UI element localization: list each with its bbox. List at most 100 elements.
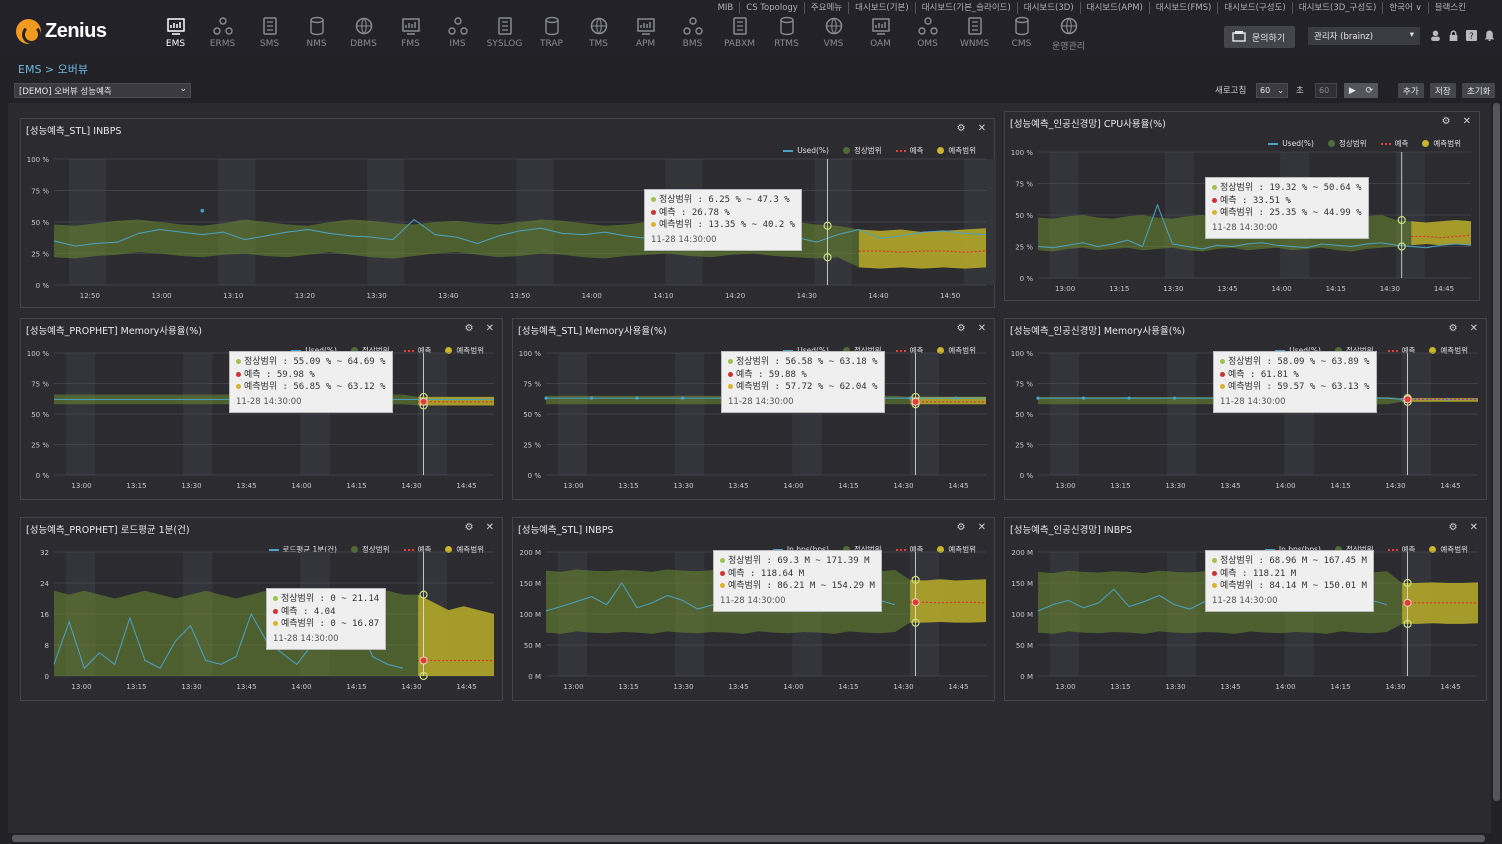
y-tick-label: 32 — [40, 549, 49, 557]
top-link[interactable]: 한국어 ∨ — [1382, 2, 1427, 14]
chart-tooltip: 정상범위 : 56.58 % ~ 63.18 % 예측 : 59.88 % 예측범위… — [721, 351, 885, 413]
chart-panel: [성능예측_인공신경망] INBPS⚙✕In bps(bps)정상범위예측예측범… — [1004, 517, 1487, 701]
top-link[interactable]: 대시보드(FMS) — [1148, 2, 1218, 14]
module-oms[interactable]: OMS — [904, 16, 951, 54]
top-link[interactable]: 대시보드(구성도) — [1217, 2, 1291, 14]
module-sms[interactable]: SMS — [246, 16, 293, 54]
module-label: VMS — [823, 39, 844, 49]
module-label: CMS — [1011, 39, 1032, 49]
module-wnms[interactable]: WNMS — [951, 16, 998, 54]
module-dbms[interactable]: DBMS — [340, 16, 387, 54]
y-tick-label: 200 M — [1011, 549, 1033, 557]
y-tick-label: 75 % — [1015, 181, 1033, 189]
chart-svg[interactable]: 100 % 75 % 50 % 25 % 0 % 12:50 13:00 13:10 13:20… — [21, 119, 996, 307]
chart-svg[interactable]: 32 24 16 8 0 13:00 13:15 13:30 13:45 14:00 14:15 14… — [21, 518, 504, 700]
module-label: TRAP — [540, 39, 563, 49]
inquiry-icon — [1232, 31, 1246, 42]
chevron-down-icon: ⌄ — [1277, 86, 1284, 95]
tooltip-dot — [1220, 359, 1225, 364]
x-tick-label: 14:15 — [1326, 285, 1346, 293]
help-icon[interactable]: ? — [1466, 30, 1477, 41]
module-oam[interactable]: OAM — [857, 16, 904, 54]
x-tick-label: 13:30 — [181, 482, 201, 490]
x-tick-label: 13:30 — [367, 292, 387, 300]
chart-tooltip: 정상범위 : 69.3 M ~ 171.39 M 예측 : 118.64 M 예측범… — [713, 550, 882, 612]
top-link[interactable]: 대시보드(기본) — [848, 2, 915, 14]
refresh-icon[interactable]: ⟳ — [1366, 86, 1374, 96]
used-point — [635, 396, 639, 400]
tooltip-value: 56.58 % ~ 63.18 % — [779, 357, 878, 367]
top-link[interactable]: 대시보드(APM) — [1079, 2, 1149, 14]
module-tms[interactable]: TMS — [575, 16, 622, 54]
module-vms[interactable]: VMS — [810, 16, 857, 54]
vertical-scrollbar[interactable] — [1493, 103, 1500, 801]
play-icon[interactable]: ▶ — [1349, 86, 1356, 96]
top-link[interactable]: 주요메뉴 — [803, 2, 848, 14]
inquiry-button[interactable]: 문의하기 — [1224, 26, 1295, 48]
y-tick-label: 75 % — [31, 188, 49, 196]
tooltip-value: 0 ~ 21.14 — [324, 594, 380, 604]
user-select[interactable]: 관리자 (brainz) ▾ — [1308, 27, 1420, 45]
refresh-interval-value: 60 — [1260, 86, 1271, 95]
module-운영관리[interactable]: 운영관리 — [1045, 16, 1092, 54]
used-point — [1081, 396, 1086, 400]
module-bms[interactable]: BMS — [669, 16, 716, 54]
y-tick-label: 0 % — [1020, 275, 1034, 283]
app-logo[interactable]: Zenius — [16, 19, 107, 44]
module-trap[interactable]: TRAP — [528, 16, 575, 54]
module-label: WNMS — [959, 39, 990, 49]
top-link[interactable]: 대시보드(3D_구성도) — [1291, 2, 1383, 14]
module-apm[interactable]: APM — [622, 16, 669, 54]
used-point — [680, 396, 685, 400]
module-cms[interactable]: CMS — [998, 16, 1045, 54]
x-tick-label: 14:30 — [797, 292, 817, 300]
tooltip-dot — [236, 384, 241, 389]
tooltip-dot — [1212, 185, 1217, 190]
module-nms[interactable]: NMS — [293, 16, 340, 54]
lock-icon[interactable] — [1448, 30, 1459, 41]
breadcrumb[interactable]: EMS > 오버뷰 — [18, 61, 88, 77]
module-syslog[interactable]: SYSLOG — [481, 16, 528, 54]
save-button[interactable]: 저장 — [1430, 83, 1456, 98]
x-tick-label: 13:15 — [618, 482, 638, 490]
refresh-interval-select[interactable]: 60 ⌄ — [1256, 83, 1288, 98]
module-rtms[interactable]: RTMS — [763, 16, 810, 54]
globe-icon — [447, 17, 468, 35]
chart-panel: [성능예측_인공신경망] CPU사용율(%) ⚙ ✕ Used(%) 정상범위 예측 예측범… — [1004, 111, 1480, 301]
top-link[interactable]: 대시보드(기본_슬라이드) — [914, 2, 1017, 14]
dashboard-select[interactable]: [DEMO] 오버뷰 성능예측 ⌄ — [14, 83, 191, 98]
module-label: SYSLOG — [486, 39, 523, 49]
module-fms[interactable]: FMS — [387, 16, 434, 54]
horizontal-scrollbar[interactable] — [12, 835, 1485, 842]
tooltip-value: 86.21 M ~ 154.29 M — [771, 581, 875, 591]
top-link[interactable]: 블랙스킨 — [1427, 2, 1472, 14]
module-erms[interactable]: ERMS — [199, 16, 246, 54]
x-tick-label: 13:00 — [71, 683, 91, 691]
tooltip-row: 예측범위 : 57.72 % ~ 62.04 % — [728, 381, 878, 394]
tooltip-row: 예측범위 : 0 ~ 16.87 — [273, 618, 379, 631]
x-tick-label: 13:15 — [126, 482, 146, 490]
predict-range-band — [1411, 220, 1471, 246]
module-ems[interactable]: EMS — [152, 16, 199, 54]
x-tick-label: 13:15 — [1110, 482, 1130, 490]
tooltip-label: 예측범위 : — [244, 382, 288, 392]
module-pabxm[interactable]: PABXM — [716, 16, 763, 54]
y-tick-label: 100 % — [519, 350, 542, 358]
x-tick-label: 14:15 — [838, 482, 858, 490]
top-link[interactable]: 대시보드(3D) — [1016, 2, 1080, 14]
interval-input[interactable]: 60 — [1315, 83, 1337, 98]
scrollbar-thumb[interactable] — [12, 835, 1485, 842]
tooltip-value: 69.3 M ~ 171.39 M — [771, 556, 870, 566]
y-tick-label: 8 — [45, 642, 49, 650]
user-icon[interactable] — [1430, 30, 1441, 41]
reset-button[interactable]: 초기화 — [1462, 83, 1496, 98]
tooltip-value: 68.96 M ~ 167.45 M — [1263, 556, 1367, 566]
bell-icon[interactable] — [1484, 30, 1495, 41]
top-link[interactable]: MIB — [712, 2, 740, 14]
refresh-label: 새로고침 — [1215, 86, 1247, 96]
module-ims[interactable]: IMS — [434, 16, 481, 54]
top-link[interactable]: CS Topology — [739, 2, 804, 14]
add-button[interactable]: 추가 — [1398, 83, 1424, 98]
x-tick-label: 13:00 — [1055, 482, 1075, 490]
tooltip-dot — [720, 570, 725, 576]
